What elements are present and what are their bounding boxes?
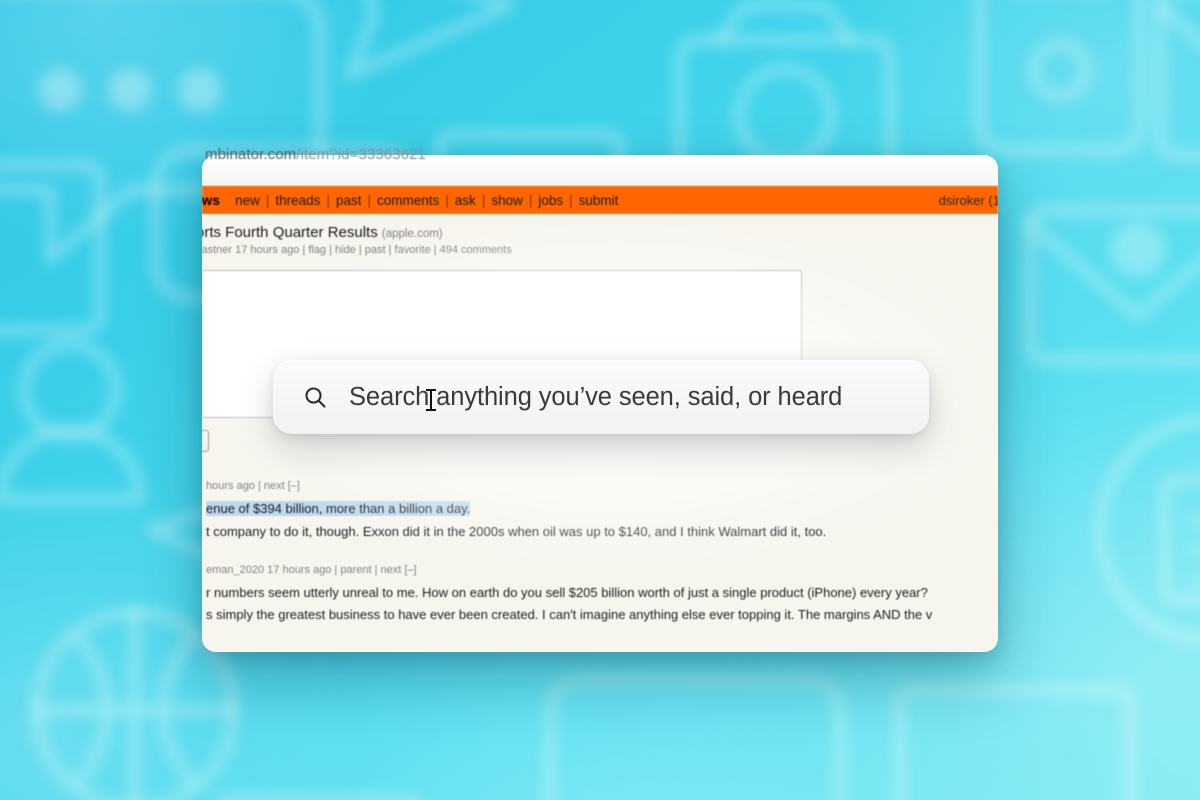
comment-meta: eman_2020 17 hours ago | parent | next [… — [206, 563, 417, 576]
hn-nav-threads[interactable]: threads — [269, 193, 326, 208]
hn-nav: ews new | threads | past | comments | as… — [202, 193, 624, 208]
story-domain[interactable]: (apple.com) — [382, 228, 443, 240]
comment-line: t company to do it, though. Exxon did it… — [206, 523, 827, 539]
hn-header-bar: ews new | threads | past | comments | as… — [202, 186, 998, 214]
hn-nav-new[interactable]: new — [229, 193, 266, 208]
hn-nav-past[interactable]: past — [330, 193, 368, 208]
story-header: orts Fourth Quarter Results (apple.com) … — [202, 222, 998, 256]
story-title[interactable]: orts Fourth Quarter Results — [202, 224, 378, 241]
story-subline: kastner 17 hours ago | flag | hide | pas… — [202, 244, 512, 256]
hn-nav-jobs[interactable]: jobs — [532, 193, 569, 208]
comment-line: s simply the greatest business to have e… — [206, 607, 933, 623]
search-input-placeholder[interactable]: Search anything you’ve seen, said, or he… — [349, 383, 842, 412]
comment-list: hours ago | next [–] enue of $394 billio… — [202, 480, 998, 627]
add-comment-button[interactable]: ent — [202, 430, 209, 452]
comment-item: hours ago | next [–] enue of $394 billio… — [202, 480, 998, 544]
hn-nav-show[interactable]: show — [485, 193, 529, 208]
url-domain: mbinator.com — [205, 146, 297, 163]
address-bar-url[interactable]: mbinator.com/item?id=33363621 — [205, 146, 426, 163]
comment-meta: hours ago | next [–] — [206, 480, 300, 492]
search-icon — [303, 385, 327, 409]
url-path: /item?id=33363621 — [296, 146, 426, 163]
story-title-row: orts Fourth Quarter Results (apple.com) — [202, 224, 998, 241]
comment-item: eman_2020 17 hours ago | parent | next [… — [202, 564, 998, 628]
hn-nav-comments[interactable]: comments — [371, 193, 445, 208]
comment-line: r numbers seem utterly unreal to me. How… — [206, 584, 928, 600]
global-search-bar[interactable]: Search anything you’ve seen, said, or he… — [273, 360, 929, 434]
highlighted-text: enue of $394 billion, more than a billio… — [206, 501, 471, 516]
hn-nav-ask[interactable]: ask — [449, 193, 482, 208]
hn-site-name[interactable]: ews — [202, 193, 220, 208]
hn-nav-submit[interactable]: submit — [573, 193, 625, 208]
comment-line-highlighted: enue of $394 billion, more than a billio… — [206, 498, 998, 521]
hn-user-link[interactable]: dsiroker (1 — [939, 193, 998, 208]
